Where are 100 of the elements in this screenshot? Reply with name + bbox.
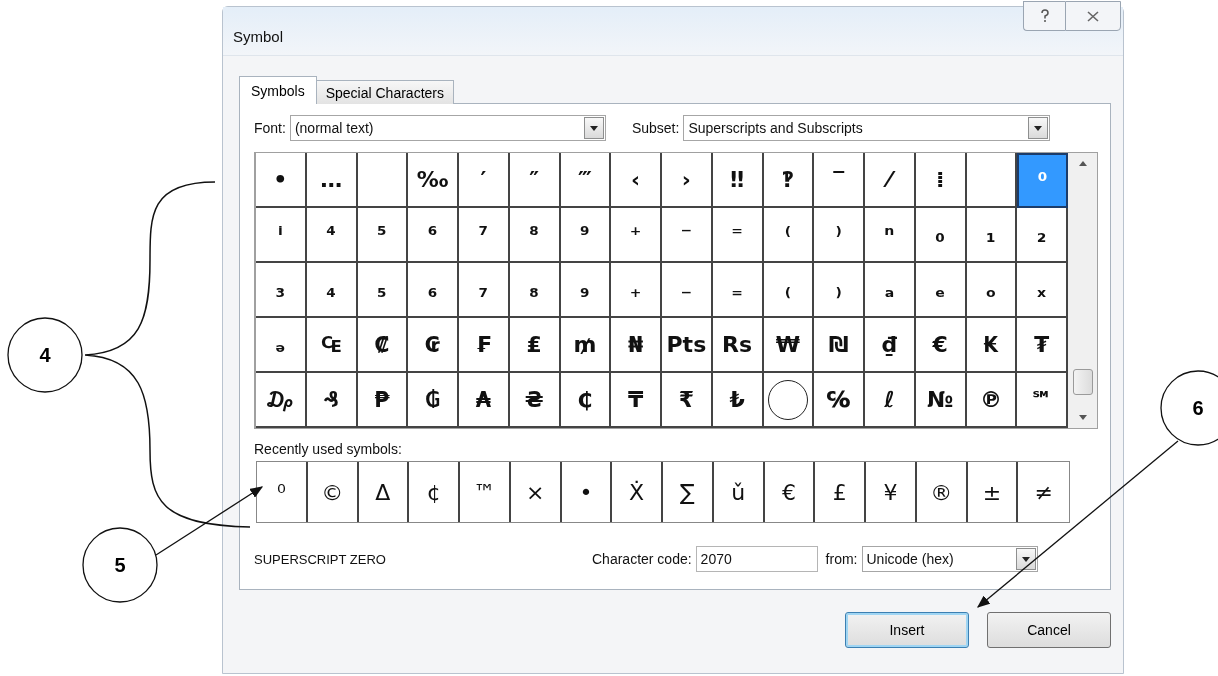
symbol-cell[interactable]: ⁾ [814,208,865,263]
symbol-cell[interactable]: ℗ [966,373,1018,428]
symbol-cell[interactable]: ‹ [611,153,662,208]
recent-symbol-cell[interactable]: ™ [460,462,511,522]
symbol-cell[interactable]: ₱ [357,373,409,428]
dropdown-button[interactable] [1015,548,1036,570]
symbol-cell[interactable]: ₋ [662,263,713,318]
recent-symbol-cell[interactable]: ¥ [866,462,917,522]
symbol-cell[interactable]: ⁿ [865,208,916,263]
recent-symbol-cell[interactable]: ǔ [713,462,765,522]
tab[interactable]: Symbols [239,76,317,104]
symbol-cell[interactable]: ₀ [915,208,967,263]
symbol-cell[interactable]: ₭ [966,318,1018,373]
symbol-cell[interactable]: ₃ [256,263,307,318]
symbol-cell[interactable]: ‽ [763,153,815,208]
recent-symbol-cell[interactable]: ∑ [663,462,714,522]
font-dropdown[interactable]: (normal text) [289,115,606,141]
symbol-cell[interactable]: ₐ [865,263,916,318]
symbol-cell[interactable]: ₰ [306,373,358,428]
symbol-cell[interactable]: ₥ [560,318,612,373]
symbol-cell[interactable]: ⁸ [509,208,561,263]
symbol-cell[interactable]: ₍ [763,263,815,318]
symbol-cell[interactable]: ⁹ [560,208,612,263]
recent-symbol-cell[interactable]: ± [967,462,1019,522]
symbol-cell[interactable]: ₺ [712,373,764,428]
symbol-cell[interactable]: ₸ [611,373,662,428]
symbol-cell[interactable]: … [306,153,358,208]
scrollbar-thumb[interactable] [1072,369,1093,395]
symbol-cell[interactable]: ₈ [509,263,561,318]
symbol-cell[interactable]: ″ [509,153,561,208]
help-button[interactable] [1023,1,1065,31]
symbol-cell[interactable]: ₆ [408,263,459,318]
symbol-cell[interactable]: ⁷ [459,208,510,263]
symbol-cell[interactable]: ₌ [712,263,764,318]
character-code-field[interactable]: 2070 [695,546,818,572]
symbol-cell[interactable]: › [662,153,713,208]
recent-symbol-cell[interactable]: ⁰ [257,462,308,522]
cancel-button[interactable]: Cancel [987,612,1111,648]
recent-symbol-cell[interactable]: £ [815,462,866,522]
symbol-cell[interactable]: № [915,373,967,428]
symbol-cell[interactable]: ₴ [509,373,561,428]
symbol-cell[interactable]: ′ [459,153,510,208]
dropdown-button[interactable] [583,117,604,139]
symbol-cell[interactable]: ₩ [763,318,815,373]
recent-symbol-cell[interactable]: ¢ [409,462,460,522]
recent-symbol-cell[interactable]: € [764,462,816,522]
symbol-cell[interactable]: ₹ [662,373,713,428]
symbol-cell[interactable]: ₢ [408,318,459,373]
symbol-cell[interactable]: ₳ [459,373,510,428]
symbol-cell[interactable]: ₫ [865,318,916,373]
symbol-cell[interactable]: ₄ [306,263,358,318]
insert-button[interactable]: Insert [845,612,969,648]
symbol-cell[interactable] [357,153,409,208]
symbol-cell[interactable]: ₡ [357,318,409,373]
symbol-cell[interactable]: ℓ [865,373,916,428]
symbol-cell[interactable]: ‾ [814,153,865,208]
symbol-cell[interactable]: ₉ [560,263,612,318]
recent-symbol-cell[interactable]: Ẋ [612,462,663,522]
symbol-cell[interactable]: ₔ [256,318,307,373]
symbol-cell[interactable]: ₪ [814,318,865,373]
tab[interactable]: Special Characters [315,80,454,104]
symbol-cell[interactable]: ₅ [357,263,409,318]
symbol-cell[interactable]: ₯ [256,373,307,428]
recent-symbol-cell[interactable]: ≠ [1018,462,1069,522]
from-dropdown[interactable]: Unicode (hex) [861,546,1038,572]
symbol-cell[interactable]: ₦ [611,318,662,373]
symbol-cell[interactable]: ⁄ [865,153,916,208]
symbol-cell[interactable]: ⁶ [408,208,459,263]
symbol-cell[interactable]: ⁺ [611,208,662,263]
recent-symbol-cell[interactable]: © [307,462,359,522]
symbol-cell[interactable]: ₊ [611,263,662,318]
recent-symbol-cell[interactable]: Δ [358,462,410,522]
symbol-cell[interactable]: ⁵ [357,208,409,263]
vertical-scrollbar[interactable] [1068,153,1097,428]
subset-dropdown[interactable]: Superscripts and Subscripts [683,115,1051,141]
symbol-cell[interactable] [763,373,815,428]
symbol-cell[interactable]: ⁻ [662,208,713,263]
symbol-cell[interactable]: ₁ [966,208,1018,263]
symbol-cell[interactable]: ‼ [712,153,764,208]
recent-symbol-cell[interactable]: × [510,462,562,522]
symbol-cell[interactable]: € [915,318,967,373]
symbol-cell[interactable]: ₤ [509,318,561,373]
symbol-cell[interactable]: ₇ [459,263,510,318]
dropdown-button[interactable] [1028,117,1049,139]
symbol-cell[interactable]: ‴ [560,153,612,208]
symbol-cell[interactable]: ₎ [814,263,865,318]
symbol-cell[interactable]: Rs [712,318,764,373]
recent-symbol-cell[interactable]: ® [916,462,968,522]
symbol-cell[interactable]: ₵ [560,373,612,428]
symbol-cell[interactable]: ⁱ [256,208,307,263]
symbol-cell[interactable]: ₣ [459,318,510,373]
symbol-cell[interactable]: ₒ [966,263,1018,318]
symbol-cell[interactable]: Pts [662,318,713,373]
symbol-cell[interactable]: ⁞ [915,153,967,208]
symbol-cell[interactable]: ⁼ [712,208,764,263]
symbol-cell[interactable]: ₑ [915,263,967,318]
symbol-cell[interactable]: ₲ [408,373,459,428]
symbol-cell[interactable]: ℅ [814,373,865,428]
symbol-cell[interactable]: ₠ [306,318,358,373]
symbol-cell[interactable]: • [256,153,307,208]
